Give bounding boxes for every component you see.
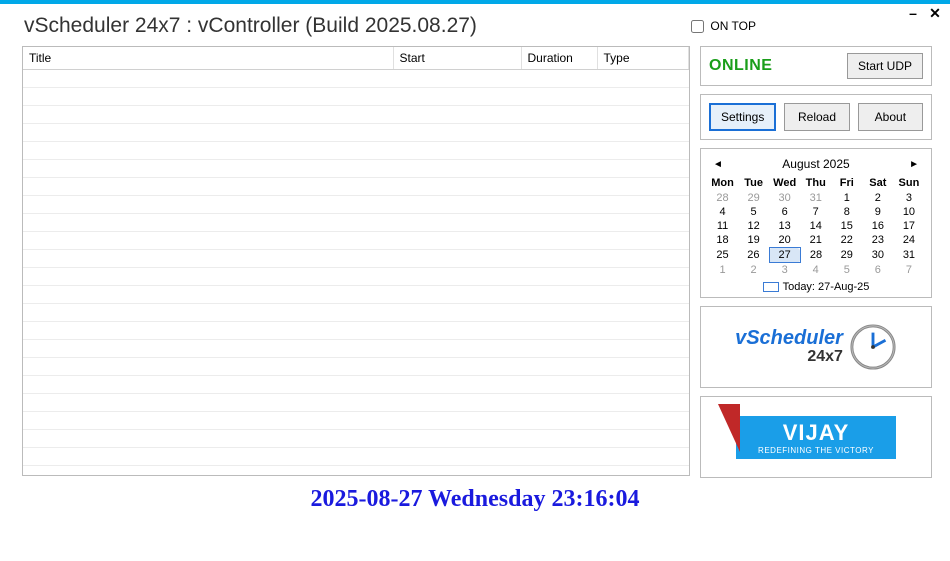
cal-day[interactable]: 4: [800, 263, 831, 278]
cal-today-link[interactable]: Today: 27-Aug-25: [707, 281, 925, 293]
table-row[interactable]: [23, 322, 689, 340]
table-row[interactable]: [23, 142, 689, 160]
table-row[interactable]: [23, 88, 689, 106]
table-row[interactable]: [23, 394, 689, 412]
cal-prev-icon[interactable]: ◄: [709, 159, 727, 170]
schedule-table: Title Start Duration Type: [23, 47, 689, 466]
cal-next-icon[interactable]: ►: [905, 159, 923, 170]
on-top-checkbox[interactable]: ON TOP: [691, 19, 756, 33]
table-row[interactable]: [23, 106, 689, 124]
table-row[interactable]: [23, 376, 689, 394]
table-row[interactable]: [23, 214, 689, 232]
app-title: vScheduler 24x7 : vController (Build 202…: [24, 14, 477, 38]
cal-day-header: Sun: [893, 175, 924, 191]
calendar: ◄ August 2025 ► MonTueWedThuFriSatSun 28…: [700, 148, 932, 298]
cal-day[interactable]: 8: [831, 205, 862, 219]
about-button[interactable]: About: [858, 103, 923, 131]
on-top-label: ON TOP: [710, 19, 756, 33]
cal-day[interactable]: 7: [893, 263, 924, 278]
table-row[interactable]: [23, 358, 689, 376]
cal-day[interactable]: 25: [707, 248, 738, 263]
cal-day[interactable]: 16: [862, 219, 893, 233]
table-row[interactable]: [23, 430, 689, 448]
cal-day[interactable]: 30: [769, 191, 800, 205]
cal-day[interactable]: 19: [738, 233, 769, 248]
table-row[interactable]: [23, 412, 689, 430]
cal-day[interactable]: 24: [893, 233, 924, 248]
col-duration[interactable]: Duration: [521, 47, 597, 70]
table-row[interactable]: [23, 286, 689, 304]
cal-day[interactable]: 20: [769, 233, 800, 248]
minimize-button[interactable]: –: [906, 6, 920, 20]
col-title[interactable]: Title: [23, 47, 393, 70]
close-button[interactable]: ✕: [928, 6, 942, 20]
vijay-logo: VIJAY REDEFINING THE VICTORY: [700, 396, 932, 478]
cal-day[interactable]: 28: [707, 191, 738, 205]
cal-day[interactable]: 23: [862, 233, 893, 248]
cal-day[interactable]: 7: [800, 205, 831, 219]
cal-day[interactable]: 1: [831, 191, 862, 205]
clock-icon: [849, 323, 897, 371]
cal-day[interactable]: 10: [893, 205, 924, 219]
cal-day[interactable]: 18: [707, 233, 738, 248]
table-row[interactable]: [23, 250, 689, 268]
cal-day[interactable]: 12: [738, 219, 769, 233]
cal-day[interactable]: 29: [738, 191, 769, 205]
cal-day[interactable]: 28: [800, 248, 831, 263]
cal-day[interactable]: 2: [738, 263, 769, 278]
cal-day[interactable]: 5: [738, 205, 769, 219]
start-udp-button[interactable]: Start UDP: [847, 53, 923, 79]
cal-day[interactable]: 4: [707, 205, 738, 219]
cal-day[interactable]: 11: [707, 219, 738, 233]
cal-day[interactable]: 1: [707, 263, 738, 278]
settings-button[interactable]: Settings: [709, 103, 776, 131]
table-row[interactable]: [23, 448, 689, 466]
cal-day-header: Sat: [862, 175, 893, 191]
cal-day[interactable]: 22: [831, 233, 862, 248]
cal-day[interactable]: 2: [862, 191, 893, 205]
vscheduler-logo: vScheduler 24x7: [700, 306, 932, 388]
cal-day[interactable]: 31: [800, 191, 831, 205]
table-row[interactable]: [23, 196, 689, 214]
table-row[interactable]: [23, 304, 689, 322]
cal-day[interactable]: 27: [769, 248, 800, 263]
cal-day-header: Mon: [707, 175, 738, 191]
cal-day[interactable]: 5: [831, 263, 862, 278]
cal-day-header: Thu: [800, 175, 831, 191]
cal-day-header: Fri: [831, 175, 862, 191]
cal-day[interactable]: 31: [893, 248, 924, 263]
table-row[interactable]: [23, 340, 689, 358]
cal-day-header: Tue: [738, 175, 769, 191]
footer-datetime: 2025-08-27 Wednesday 23:16:04: [0, 486, 950, 513]
cal-day[interactable]: 6: [862, 263, 893, 278]
cal-today-label: Today: 27-Aug-25: [783, 281, 870, 293]
reload-button[interactable]: Reload: [784, 103, 849, 131]
cal-day[interactable]: 9: [862, 205, 893, 219]
cal-day-header: Wed: [769, 175, 800, 191]
cal-day[interactable]: 3: [769, 263, 800, 278]
col-start[interactable]: Start: [393, 47, 521, 70]
table-row[interactable]: [23, 160, 689, 178]
cal-day[interactable]: 30: [862, 248, 893, 263]
connection-status: ONLINE: [709, 57, 772, 75]
cal-day[interactable]: 29: [831, 248, 862, 263]
cal-day[interactable]: 26: [738, 248, 769, 263]
col-type[interactable]: Type: [597, 47, 689, 70]
schedule-table-panel: Title Start Duration Type: [22, 46, 690, 476]
cal-day[interactable]: 14: [800, 219, 831, 233]
table-row[interactable]: [23, 70, 689, 88]
table-row[interactable]: [23, 232, 689, 250]
table-row[interactable]: [23, 178, 689, 196]
table-row[interactable]: [23, 124, 689, 142]
cal-day[interactable]: 13: [769, 219, 800, 233]
cal-day[interactable]: 6: [769, 205, 800, 219]
table-row[interactable]: [23, 268, 689, 286]
cal-month-label[interactable]: August 2025: [782, 157, 849, 171]
cal-day[interactable]: 3: [893, 191, 924, 205]
cal-day[interactable]: 21: [800, 233, 831, 248]
on-top-input[interactable]: [691, 20, 704, 33]
today-swatch-icon: [763, 282, 779, 292]
cal-day[interactable]: 17: [893, 219, 924, 233]
cal-day[interactable]: 15: [831, 219, 862, 233]
